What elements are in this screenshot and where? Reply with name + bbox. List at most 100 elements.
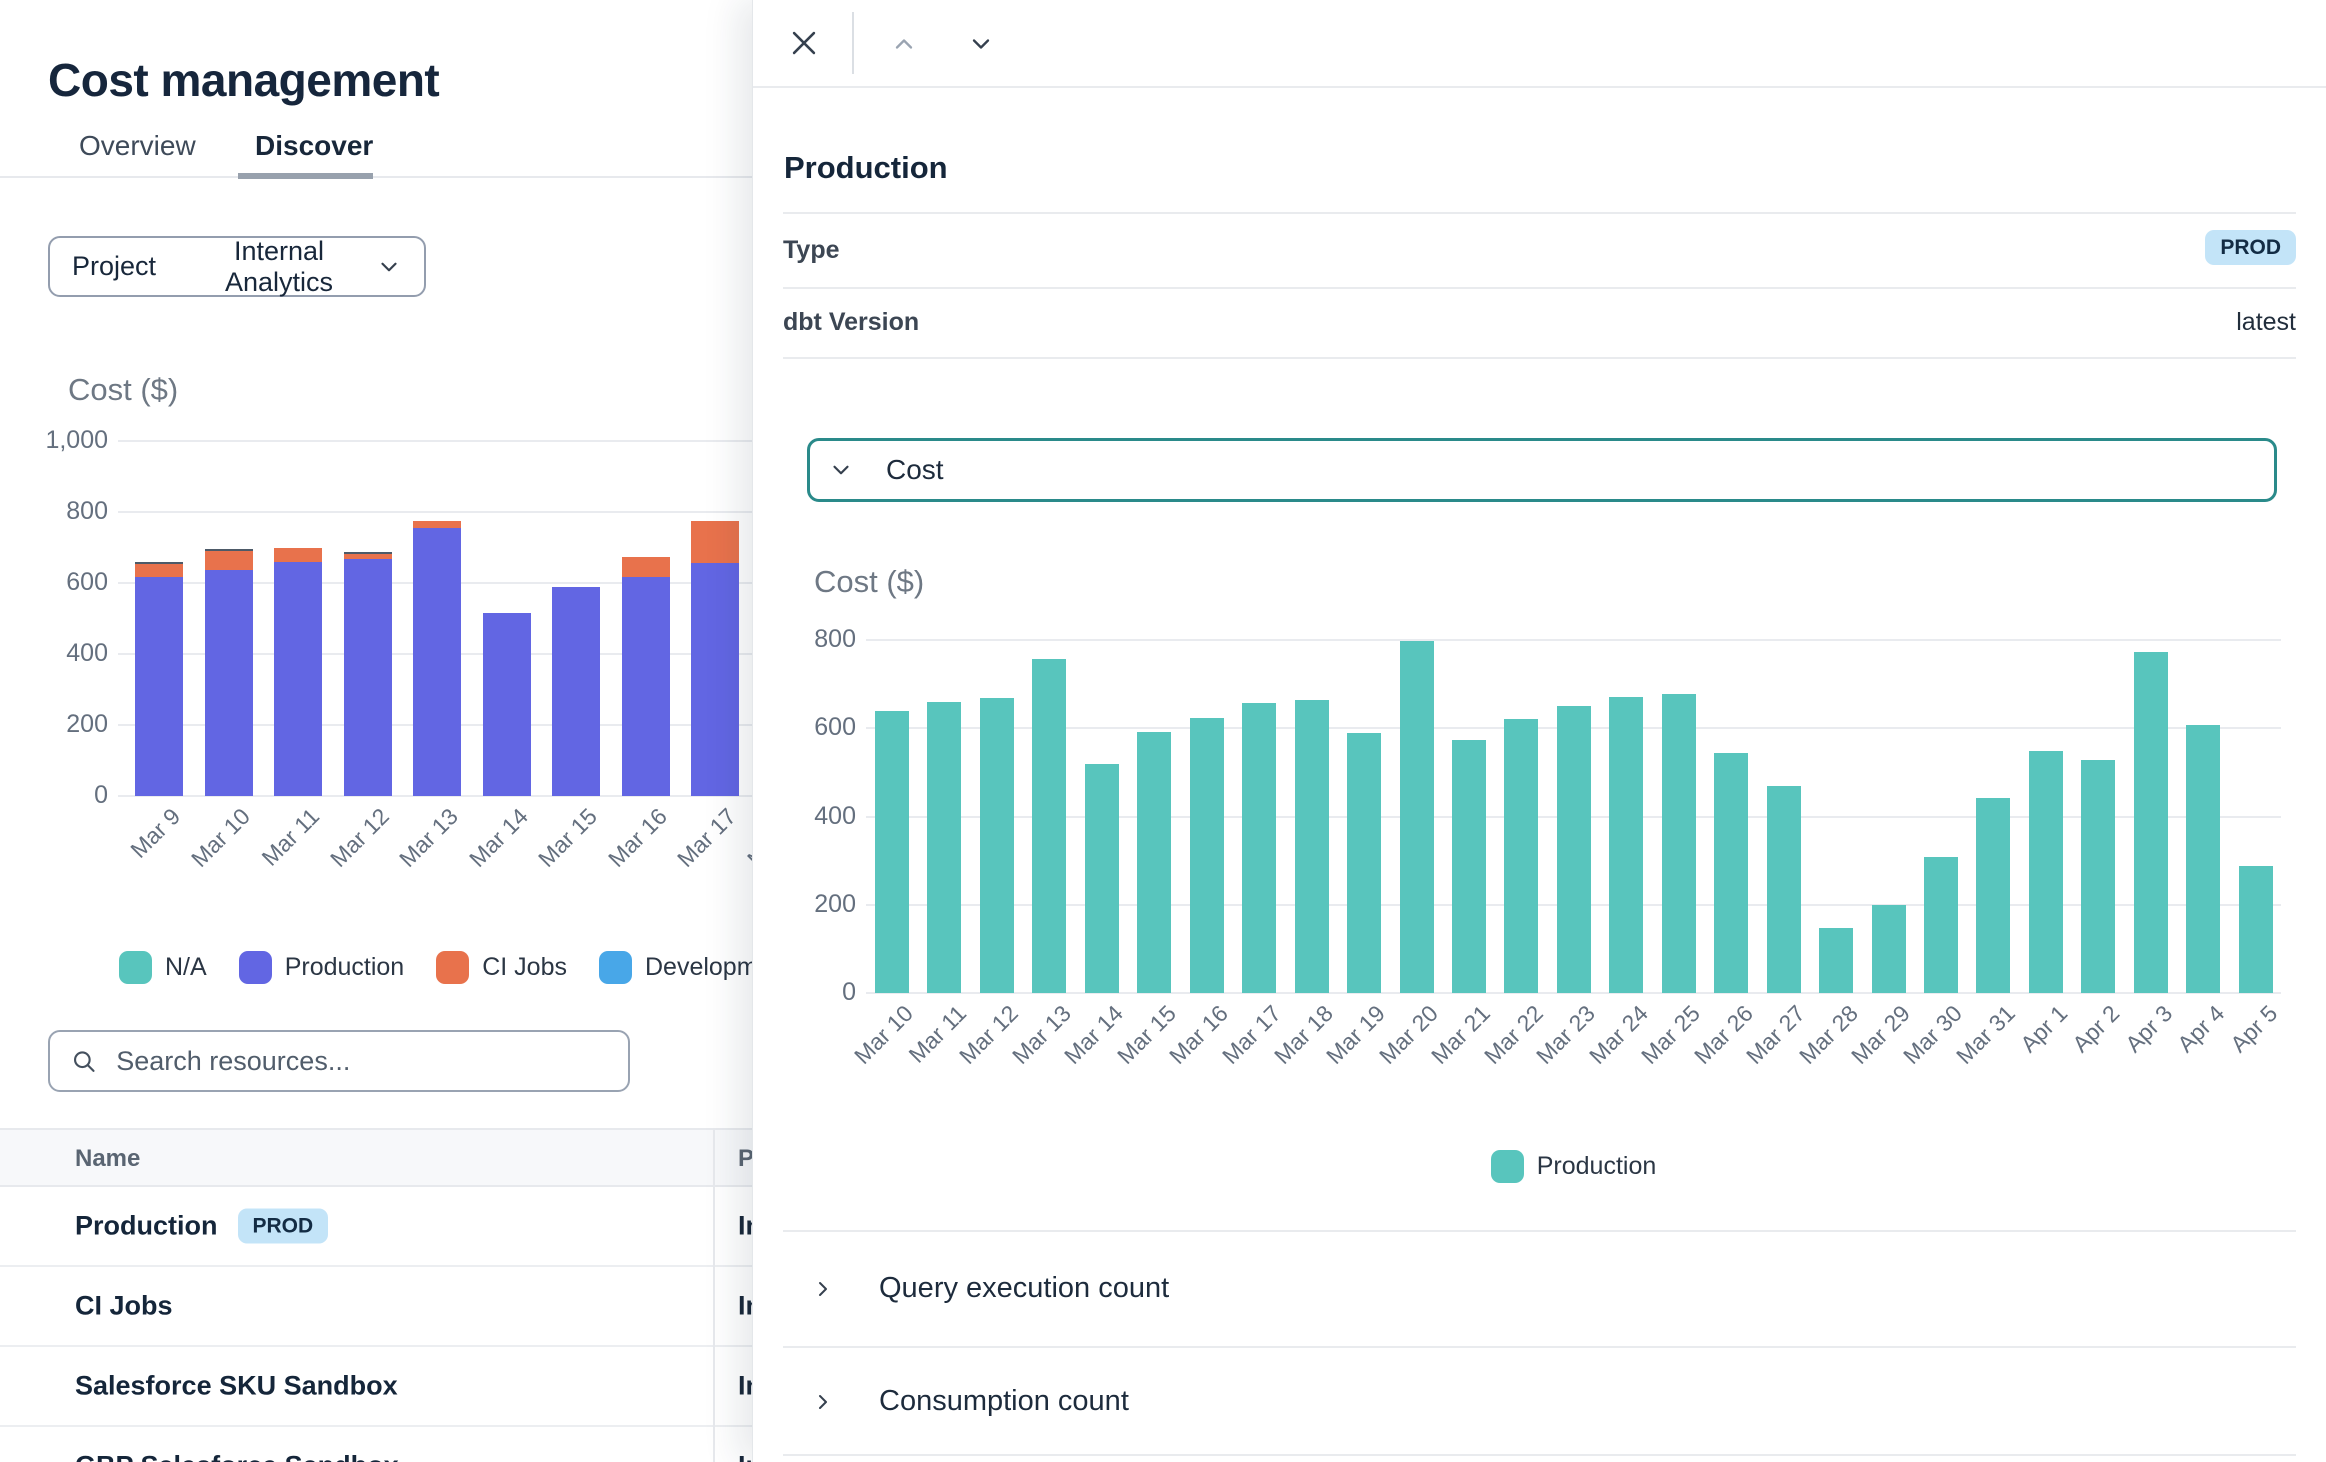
x-axis-tick: Mar 19: [1321, 1000, 1391, 1070]
bar-production-mar-28: [1819, 928, 1853, 993]
x-axis-tick: Apr 5: [2225, 1000, 2283, 1058]
x-axis-tick: Apr 2: [2067, 1000, 2125, 1058]
y-axis-tick: 0: [706, 978, 856, 1007]
x-axis-tick: Apr 1: [2015, 1000, 2073, 1058]
bar-production-mar-9: [135, 577, 183, 796]
legend-swatch: [599, 951, 632, 984]
x-axis-tick: Mar 17: [1217, 1000, 1287, 1070]
bar-production-mar-21: [1452, 740, 1486, 993]
bar-ci-jobs-mar-16: [622, 557, 670, 578]
bar-ci-jobs-mar-13: [413, 521, 461, 528]
bar-production-mar-17: [1242, 703, 1276, 993]
legend-item-production[interactable]: Production: [1491, 1150, 1657, 1183]
resource-name: CI Jobs: [75, 1291, 173, 1322]
app-root: Cost management Overview Discover Projec…: [0, 0, 2326, 1462]
bar-production-mar-30: [1924, 857, 1958, 993]
y-axis-tick: 200: [706, 890, 856, 919]
bar-production-apr-2: [2081, 760, 2115, 993]
environment-details-panel: Production Type PROD dbt Version latest …: [752, 0, 2326, 1462]
bar-production-mar-26: [1714, 753, 1748, 993]
legend-swatch: [1491, 1150, 1524, 1183]
bar-unlabeled-dark-cap-mar-9: [135, 562, 183, 564]
legend-label: N/A: [165, 953, 207, 982]
x-axis-tick: Mar 30: [1898, 1000, 1968, 1070]
bar-production-apr-3: [2134, 652, 2168, 993]
gridline: [118, 511, 766, 513]
bar-production-mar-17: [691, 563, 739, 796]
bar-ci-jobs-mar-11: [274, 548, 322, 563]
bar-production-mar-31: [1976, 798, 2010, 993]
bar-production-mar-18: [1295, 700, 1329, 993]
bar-production-mar-16: [622, 577, 670, 796]
legend-label: Production: [1537, 1152, 1657, 1181]
bar-ci-jobs-mar-9: [135, 564, 183, 577]
x-axis-tick: Mar 24: [1584, 1000, 1654, 1070]
bar-production-mar-27: [1767, 786, 1801, 993]
x-axis-tick: Mar 18: [1269, 1000, 1339, 1070]
legend-item-n-a[interactable]: N/A: [119, 951, 207, 984]
column-header-name: Name: [75, 1145, 140, 1173]
bar-unlabeled-dark-cap-mar-12: [344, 552, 392, 554]
consumption-count-label: Consumption count: [879, 1385, 1129, 1418]
bar-production-mar-23: [1557, 706, 1591, 993]
bar-ci-jobs-mar-12: [344, 553, 392, 559]
gridline: [118, 440, 766, 442]
y-axis-tick: 200: [0, 710, 108, 739]
x-axis-tick: Mar 16: [1164, 1000, 1234, 1070]
y-axis-tick: 400: [0, 639, 108, 668]
y-axis-tick: 0: [0, 781, 108, 810]
x-axis-tick: Mar 15: [1112, 1000, 1182, 1070]
x-axis-tick: Apr 3: [2120, 1000, 2178, 1058]
y-axis-tick: 600: [706, 713, 856, 742]
legend-swatch: [239, 951, 272, 984]
chevron-right-icon: [811, 1277, 835, 1301]
x-axis-tick: Mar 12: [325, 803, 395, 873]
bar-production-apr-4: [2186, 725, 2220, 993]
resource-name: Salesforce SKU Sandbox: [75, 1371, 398, 1402]
legend-item-ci-jobs[interactable]: CI Jobs: [436, 951, 567, 984]
bar-production-mar-22: [1504, 719, 1538, 993]
x-axis-tick: Mar 14: [464, 803, 534, 873]
search-resources-box: [48, 1030, 630, 1092]
legend-swatch: [436, 951, 469, 984]
legend-swatch: [119, 951, 152, 984]
bar-ci-jobs-mar-10: [205, 551, 253, 570]
x-axis-tick: Mar 26: [1689, 1000, 1759, 1070]
search-icon: [70, 1046, 98, 1077]
x-axis-tick: Mar 16: [603, 803, 673, 873]
gridline: [866, 639, 2281, 641]
x-axis-tick: Mar 10: [186, 803, 256, 873]
y-axis-tick: 1,000: [0, 426, 108, 455]
y-axis-tick: 800: [0, 497, 108, 526]
query-execution-count-label: Query execution count: [879, 1272, 1169, 1305]
bar-production-mar-12: [344, 559, 392, 796]
bar-production-mar-13: [1032, 659, 1066, 993]
bar-production-mar-12: [980, 698, 1014, 993]
bar-production-mar-15: [1137, 732, 1171, 993]
bar-production-apr-1: [2029, 751, 2063, 993]
x-axis-tick: Mar 12: [954, 1000, 1024, 1070]
bar-production-mar-15: [552, 587, 600, 796]
search-input[interactable]: [114, 1045, 608, 1078]
x-axis-tick: Mar 22: [1479, 1000, 1549, 1070]
bar-production-apr-5: [2239, 866, 2273, 993]
bar-production-mar-10: [875, 711, 909, 993]
x-axis-tick: Mar 13: [394, 803, 464, 873]
legend-item-production[interactable]: Production: [239, 951, 405, 984]
chart-legend: Production: [866, 1150, 2281, 1183]
bar-unlabeled-dark-cap-mar-10: [205, 549, 253, 551]
y-axis-tick: 400: [706, 802, 856, 831]
y-axis-tick: 800: [706, 625, 856, 654]
x-axis-tick: Mar 29: [1846, 1000, 1916, 1070]
section-divider: [783, 1454, 2296, 1456]
bar-production-mar-10: [205, 570, 253, 796]
bar-production-mar-16: [1190, 718, 1224, 993]
bar-ci-jobs-mar-17: [691, 521, 739, 563]
bar-production-mar-19: [1347, 733, 1381, 993]
x-axis-tick: Mar 9: [125, 803, 186, 864]
y-axis-tick: 600: [0, 568, 108, 597]
bar-production-mar-25: [1662, 694, 1696, 993]
x-axis-tick: Mar 13: [1007, 1000, 1077, 1070]
x-axis-tick: Apr 4: [2172, 1000, 2230, 1058]
x-axis-tick: Mar 10: [849, 1000, 919, 1070]
